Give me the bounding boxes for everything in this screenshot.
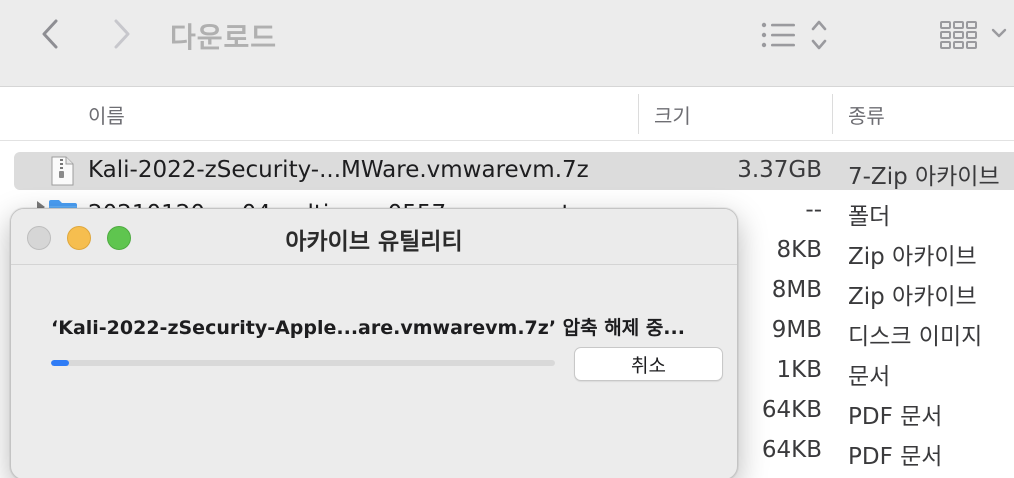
file-kind: 폴더 (848, 204, 891, 230)
cancel-button[interactable]: 취소 (574, 347, 723, 381)
file-size: 9MB (771, 317, 822, 343)
chevron-down-icon (991, 28, 1007, 38)
grid-view-icon (940, 21, 977, 49)
file-kind: PDF 문서 (848, 444, 943, 470)
archive-file-icon (51, 156, 74, 186)
dialog-title: 아카이브 유틸리티 (285, 229, 463, 255)
column-divider[interactable] (832, 94, 833, 134)
updown-chevron-icon (811, 20, 827, 50)
file-kind: PDF 문서 (848, 404, 943, 430)
progress-fill (51, 360, 69, 366)
file-name: Kali-2022-zSecurity-...MWare.vmwarevm.7z (88, 157, 589, 183)
file-row[interactable]: Kali-2022-zSecurity-...MWare.vmwarevm.7z… (14, 152, 1014, 190)
forward-button[interactable] (102, 14, 142, 54)
file-kind: Zip 아카이브 (848, 244, 977, 270)
chevron-right-icon (114, 19, 130, 49)
grid-view-button[interactable] (936, 16, 1010, 54)
file-size: 64KB (761, 397, 822, 423)
column-name-header[interactable]: 이름 (88, 88, 125, 141)
dialog-titlebar[interactable]: 아카이브 유틸리티 (11, 209, 737, 265)
list-view-icon (761, 22, 795, 48)
folder-title: 다운로드 (170, 21, 278, 54)
chevron-left-icon (42, 19, 58, 49)
finder-toolbar: 다운로드 (0, 0, 1014, 87)
progress-bar (51, 360, 555, 366)
file-size: 3.37GB (737, 157, 822, 183)
column-size-header[interactable]: 크기 (654, 88, 691, 141)
list-view-button[interactable] (758, 18, 834, 52)
file-kind: Zip 아카이브 (848, 284, 977, 310)
file-kind: 7-Zip 아카이브 (848, 164, 1000, 190)
file-kind: 디스크 이미지 (848, 324, 983, 350)
file-size: 1KB (776, 357, 823, 383)
file-kind: 문서 (848, 364, 891, 390)
file-size: 8MB (771, 277, 822, 303)
file-size: 64KB (761, 437, 822, 463)
column-kind-header[interactable]: 종류 (848, 88, 885, 141)
file-size: 8KB (776, 237, 823, 263)
back-button[interactable] (30, 14, 70, 54)
column-divider[interactable] (638, 94, 639, 134)
archive-utility-dialog: 아카이브 유틸리티 ‘Kali-2022-zSecurity-Apple...a… (10, 208, 738, 478)
file-size: -- (805, 197, 822, 223)
column-header: 이름 크기 종류 (0, 88, 1014, 141)
extraction-status: ‘Kali-2022-zSecurity-Apple...are.vmwarev… (51, 317, 685, 339)
